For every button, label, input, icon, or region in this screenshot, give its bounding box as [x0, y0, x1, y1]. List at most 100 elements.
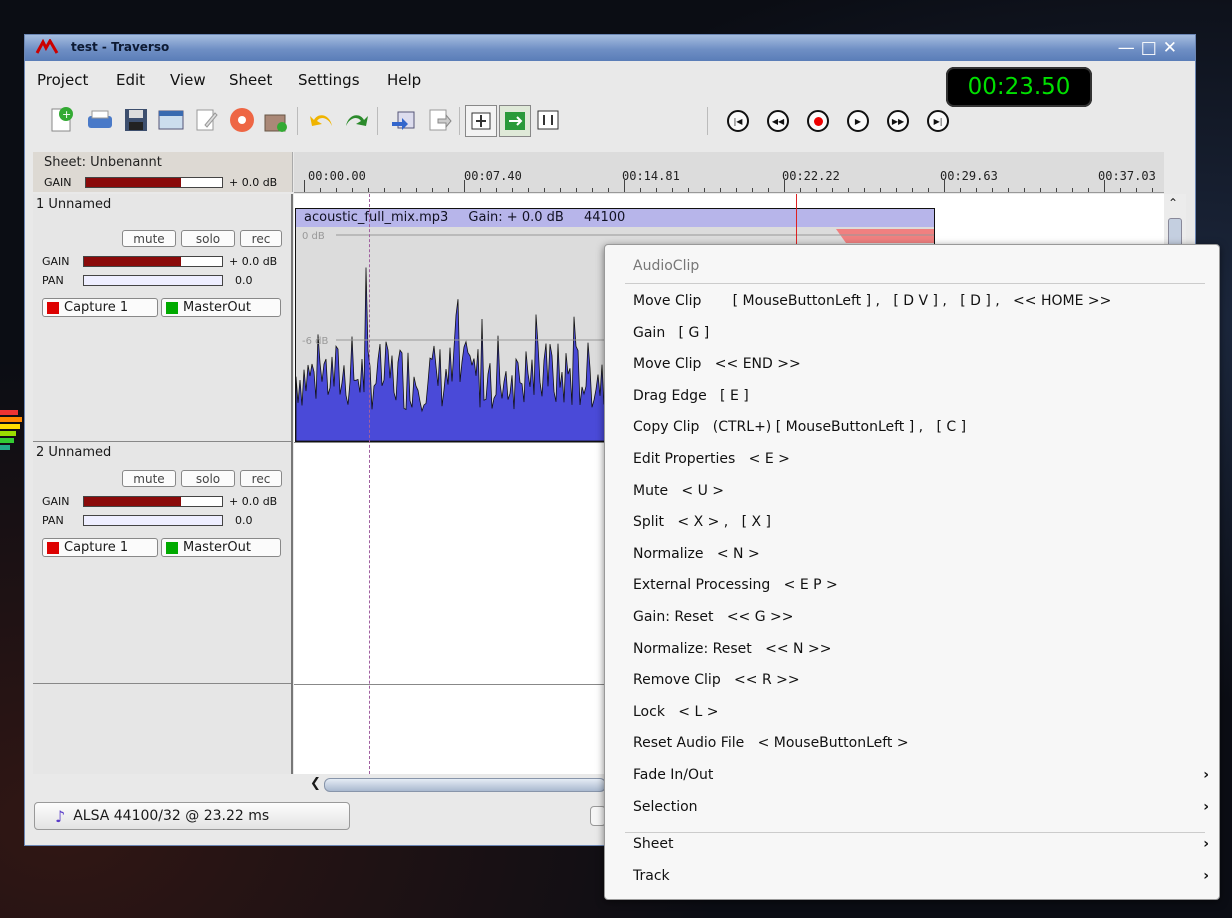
- solo-button[interactable]: solo: [181, 230, 235, 247]
- ruler-tick: [640, 188, 641, 192]
- title-bar[interactable]: test - Traverso —□✕: [25, 35, 1195, 61]
- input-bus-button[interactable]: Capture 1: [42, 298, 158, 317]
- skip-end-icon[interactable]: ▶|: [927, 110, 949, 132]
- menu-sheet[interactable]: Sheet: [229, 71, 272, 89]
- context-menu-item[interactable]: Edit Properties < E >: [633, 451, 790, 467]
- effects-icon[interactable]: [533, 105, 563, 135]
- clip-db-top: 0 dB: [302, 231, 325, 242]
- ruler-tick: [432, 188, 433, 192]
- audio-driver-button[interactable]: ♪ ALSA 44100/32 @ 23.22 ms: [34, 802, 350, 830]
- track-header-1[interactable]: 1 Unnamed mute solo rec GAIN + 0.0 dB PA…: [33, 194, 291, 442]
- print-icon[interactable]: [85, 105, 115, 135]
- context-menu-item[interactable]: External Processing < E P >: [633, 577, 838, 593]
- ruler-label: 00:37.03: [1098, 169, 1156, 183]
- rewind-icon[interactable]: ◀◀: [767, 110, 789, 132]
- ruler-tick: [304, 180, 305, 192]
- ruler-tick: [512, 188, 513, 192]
- track-pan-slider[interactable]: [83, 275, 223, 286]
- ruler-label: 00:14.81: [622, 169, 680, 183]
- ruler-tick: [608, 188, 609, 192]
- import-audio-icon[interactable]: [389, 105, 419, 135]
- menu-edit[interactable]: Edit: [116, 71, 145, 89]
- mute-button[interactable]: mute: [122, 230, 176, 247]
- export-icon[interactable]: [261, 105, 291, 135]
- skip-start-icon[interactable]: |◀: [727, 110, 749, 132]
- input-bus-button[interactable]: Capture 1: [42, 538, 158, 557]
- maximize-icon[interactable]: □: [1141, 38, 1163, 58]
- output-bus-label: MasterOut: [183, 540, 251, 555]
- fast-forward-icon[interactable]: ▶▶: [887, 110, 909, 132]
- track-headers: 1 Unnamed mute solo rec GAIN + 0.0 dB PA…: [33, 194, 293, 774]
- chevron-right-icon: ›: [1203, 798, 1209, 815]
- ruler-tick: [464, 180, 465, 192]
- window-icon[interactable]: [156, 105, 186, 135]
- rec-button[interactable]: rec: [240, 470, 282, 487]
- track-gain-slider[interactable]: [83, 496, 223, 507]
- clip-rate: 44100: [583, 210, 626, 225]
- context-menu-item[interactable]: Drag Edge [ E ]: [633, 388, 749, 404]
- output-bus-icon: [166, 541, 178, 554]
- context-submenu-item[interactable]: Selection: [633, 799, 1201, 815]
- menu-view[interactable]: View: [170, 71, 206, 89]
- follow-playhead-icon[interactable]: [499, 105, 531, 137]
- record-icon[interactable]: [807, 110, 829, 132]
- context-menu-item[interactable]: Copy Clip (CTRL+) [ MouseButtonLeft ] , …: [633, 419, 966, 435]
- ruler-tick: [592, 188, 593, 192]
- undo-icon[interactable]: [307, 105, 337, 135]
- context-menu-item[interactable]: Normalize: Reset << N >>: [633, 641, 831, 657]
- edit-document-icon[interactable]: [191, 105, 221, 135]
- ruler-label: 00:00.00: [308, 169, 366, 183]
- ruler-tick: [496, 188, 497, 192]
- new-project-icon[interactable]: +: [47, 105, 77, 135]
- window-controls[interactable]: —□✕: [1118, 38, 1183, 58]
- context-menu-item[interactable]: Gain [ G ]: [633, 325, 709, 341]
- ruler-tick: [704, 188, 705, 192]
- export-track-icon[interactable]: [423, 105, 453, 135]
- save-icon[interactable]: [121, 105, 151, 135]
- scroll-up-icon[interactable]: ⌃: [1168, 196, 1178, 210]
- context-submenu-item[interactable]: Sheet: [633, 836, 1201, 852]
- menu-settings[interactable]: Settings: [298, 71, 360, 89]
- output-bus-button[interactable]: MasterOut: [161, 298, 281, 317]
- track-gain-label: GAIN: [42, 495, 70, 508]
- context-menu-item[interactable]: Normalize < N >: [633, 546, 760, 562]
- menu-project[interactable]: Project: [37, 71, 88, 89]
- track-pan-slider[interactable]: [83, 515, 223, 526]
- menu-help[interactable]: Help: [387, 71, 421, 89]
- horizontal-scroll-thumb[interactable]: [324, 778, 606, 792]
- ruler-tick: [368, 188, 369, 192]
- context-menu-item[interactable]: Gain: Reset << G >>: [633, 609, 794, 625]
- burn-cd-icon[interactable]: [227, 105, 257, 135]
- sheet-gain-slider[interactable]: [85, 177, 223, 188]
- context-submenu-item[interactable]: Track: [633, 868, 1201, 884]
- ruler-tick: [784, 180, 785, 192]
- context-menu-item[interactable]: Remove Clip << R >>: [633, 672, 800, 688]
- context-menu-item[interactable]: Reset Audio File < MouseButtonLeft >: [633, 735, 909, 751]
- mute-button[interactable]: mute: [122, 470, 176, 487]
- context-menu-item[interactable]: Move Clip [ MouseButtonLeft ] , [ D V ] …: [633, 293, 1111, 309]
- snap-toggle-icon[interactable]: [465, 105, 497, 137]
- track-pan-label: PAN: [42, 274, 64, 287]
- scroll-left-icon[interactable]: ❮: [310, 776, 321, 791]
- context-menu-item[interactable]: Split < X > , [ X ]: [633, 514, 771, 530]
- desktop-equalizer-decoration: [0, 410, 24, 470]
- ruler-tick: [352, 188, 353, 192]
- ruler-tick: [816, 188, 817, 192]
- sheet-gain-fill: [86, 178, 182, 187]
- redo-icon[interactable]: [341, 105, 371, 135]
- solo-button[interactable]: solo: [181, 470, 235, 487]
- close-icon[interactable]: ✕: [1163, 38, 1183, 58]
- minimize-icon[interactable]: —: [1118, 38, 1141, 58]
- output-bus-button[interactable]: MasterOut: [161, 538, 281, 557]
- context-submenu-item[interactable]: Fade In/Out: [633, 767, 1201, 783]
- timeline-ruler[interactable]: 00:00.00 00:07.40 00:14.81 00:22.22 00:2…: [294, 152, 1164, 193]
- context-menu-item[interactable]: Lock < L >: [633, 704, 718, 720]
- rec-button[interactable]: rec: [240, 230, 282, 247]
- track-gain-slider[interactable]: [83, 256, 223, 267]
- horizontal-scrollbar[interactable]: ❮: [310, 776, 606, 792]
- context-menu-item[interactable]: Move Clip << END >>: [633, 356, 801, 372]
- fade-out-region[interactable]: [836, 229, 935, 243]
- play-icon[interactable]: ▶: [847, 110, 869, 132]
- track-header-2[interactable]: 2 Unnamed mute solo rec GAIN + 0.0 dB PA…: [33, 442, 291, 684]
- context-menu-item[interactable]: Mute < U >: [633, 483, 724, 499]
